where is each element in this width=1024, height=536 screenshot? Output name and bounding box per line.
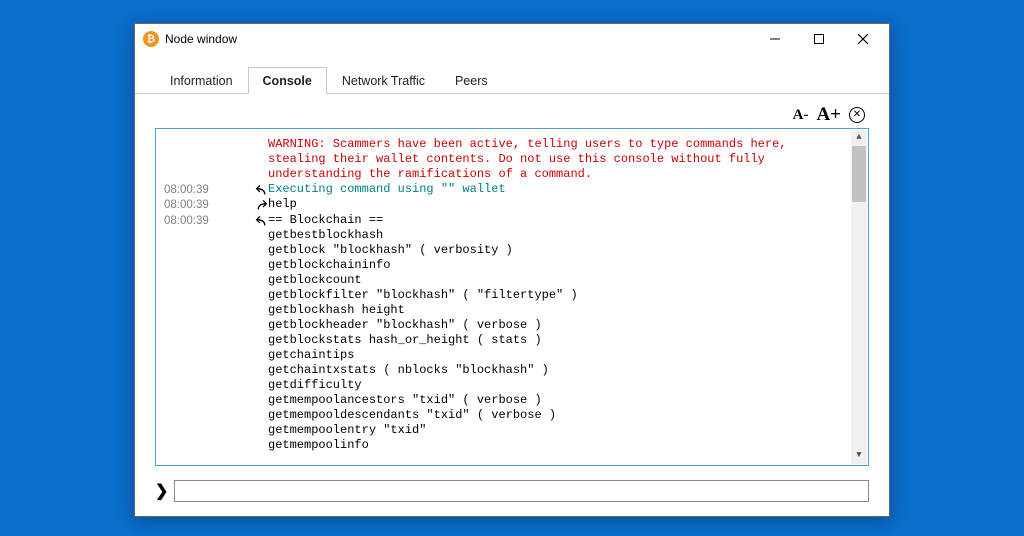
console-output: WARNING: Scammers have been active, tell… bbox=[155, 128, 869, 466]
scroll-down-icon[interactable]: ▼ bbox=[851, 448, 867, 464]
console-row: 08:00:39 Executing command using "" wall… bbox=[164, 182, 848, 197]
tabbar: Information Console Network Traffic Peer… bbox=[135, 54, 889, 94]
console-warning: WARNING: Scammers have been active, tell… bbox=[268, 137, 848, 182]
tab-peers[interactable]: Peers bbox=[440, 67, 503, 94]
prompt-chevron-icon: ❯ bbox=[155, 481, 168, 501]
close-button[interactable] bbox=[841, 25, 885, 53]
tab-console[interactable]: Console bbox=[248, 67, 327, 94]
tab-network-traffic[interactable]: Network Traffic bbox=[327, 67, 440, 94]
timestamp: 08:00:39 bbox=[164, 182, 236, 197]
tab-information[interactable]: Information bbox=[155, 67, 248, 94]
window-controls bbox=[753, 25, 885, 53]
bitcoin-icon: ₿ bbox=[143, 31, 159, 47]
clear-console-button[interactable]: ✕ bbox=[849, 107, 865, 123]
console-warning-row: WARNING: Scammers have been active, tell… bbox=[164, 137, 848, 182]
scroll-thumb[interactable] bbox=[852, 146, 866, 202]
console-toolbar: A- A+ ✕ bbox=[155, 102, 869, 128]
console-output-body: == Blockchain == getbestblockhash getblo… bbox=[268, 213, 848, 453]
scrollbar[interactable]: ▲ ▼ bbox=[851, 130, 867, 464]
console-command: help bbox=[268, 197, 848, 212]
console-row: 08:00:39 == Blockchain == getbestblockha… bbox=[164, 213, 848, 453]
console-message: Executing command using "" wallet bbox=[268, 182, 848, 197]
titlebar: ₿ Node window bbox=[135, 24, 889, 54]
reply-out-icon bbox=[255, 183, 268, 196]
reply-out-icon bbox=[255, 214, 268, 227]
scroll-up-icon[interactable]: ▲ bbox=[851, 130, 867, 146]
timestamp: 08:00:39 bbox=[164, 213, 236, 228]
font-decrease-button[interactable]: A- bbox=[793, 107, 809, 124]
reply-in-icon bbox=[255, 198, 268, 211]
console-row: 08:00:39 help bbox=[164, 197, 848, 212]
console-input[interactable] bbox=[174, 480, 869, 502]
timestamp: 08:00:39 bbox=[164, 197, 236, 212]
maximize-button[interactable] bbox=[797, 25, 841, 53]
node-window: ₿ Node window Information Console Networ… bbox=[134, 23, 890, 517]
minimize-button[interactable] bbox=[753, 25, 797, 53]
console-input-row: ❯ bbox=[155, 480, 869, 502]
font-increase-button[interactable]: A+ bbox=[816, 104, 841, 126]
console-area: A- A+ ✕ WARNING: Scammers have been acti… bbox=[155, 102, 869, 466]
window-title: Node window bbox=[165, 32, 237, 46]
